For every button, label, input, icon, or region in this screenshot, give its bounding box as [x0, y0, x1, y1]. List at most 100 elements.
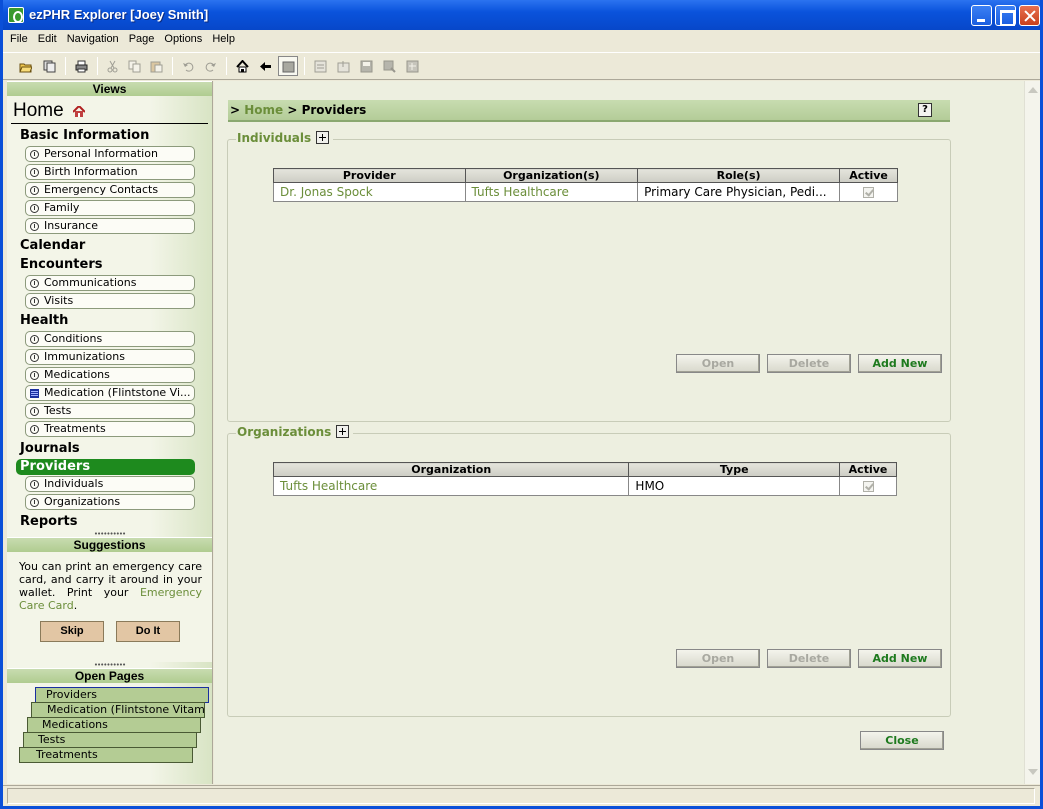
- info-icon: [30, 353, 39, 362]
- sidebar-item-conditions[interactable]: Conditions: [25, 331, 195, 347]
- scroll-down-icon[interactable]: [1028, 769, 1038, 775]
- column-header[interactable]: Organization(s): [464, 168, 639, 183]
- do-it-button[interactable]: Do It: [116, 621, 180, 642]
- help-icon[interactable]: ?: [918, 103, 932, 117]
- role-cell: Primary Care Physician, Pedi...: [637, 182, 841, 202]
- sidebar-home[interactable]: Home: [11, 98, 208, 124]
- menu-bar: File Edit Navigation Page Options Help: [3, 30, 1040, 50]
- menu-edit[interactable]: Edit: [33, 30, 62, 45]
- undo-icon[interactable]: [178, 56, 198, 76]
- home-icon: [73, 106, 85, 117]
- sidebar-item-treatments[interactable]: Treatments: [25, 421, 195, 437]
- individuals-open-button[interactable]: Open: [676, 354, 760, 373]
- column-header[interactable]: Active: [839, 168, 898, 183]
- sidebar-item-personal-information[interactable]: Personal Information: [25, 146, 195, 162]
- views-header: Views: [7, 81, 212, 96]
- individuals-add-new-button[interactable]: Add New: [858, 354, 942, 373]
- individuals-table: Provider Organization(s) Role(s) Active …: [273, 168, 898, 202]
- back-icon[interactable]: [255, 56, 275, 76]
- close-window-button[interactable]: [1019, 5, 1040, 26]
- organizations-open-button[interactable]: Open: [676, 649, 760, 668]
- sidebar-item-medication-flintstone[interactable]: Medication (Flintstone Vi...: [25, 385, 195, 401]
- copy-icon[interactable]: [124, 56, 144, 76]
- menu-options[interactable]: Options: [159, 30, 207, 45]
- expand-plus-icon[interactable]: [336, 425, 350, 438]
- close-button[interactable]: Close: [860, 731, 944, 750]
- cut-icon[interactable]: [102, 56, 122, 76]
- maximize-button[interactable]: [995, 5, 1016, 26]
- sidebar-item-immunizations[interactable]: Immunizations: [25, 349, 195, 365]
- table-row[interactable]: Tufts Healthcare HMO: [272, 476, 897, 496]
- scroll-up-icon[interactable]: [1028, 87, 1038, 93]
- active-checkbox: [863, 187, 875, 198]
- menu-file[interactable]: File: [3, 30, 33, 45]
- section-journals[interactable]: Journals: [7, 439, 212, 458]
- app-window: ezPHR Explorer [Joey Smith] File Edit Navi…: [0, 0, 1043, 809]
- column-header[interactable]: Role(s): [637, 168, 841, 183]
- organization-cell[interactable]: Tufts Healthcare: [464, 182, 639, 202]
- home-icon[interactable]: [232, 56, 252, 76]
- sidebar-item-organizations[interactable]: Organizations: [25, 494, 195, 510]
- main-content: > Home > Providers ? Individuals Provide…: [214, 81, 1024, 784]
- expand-plus-icon[interactable]: [316, 131, 330, 144]
- window-title: ezPHR Explorer [Joey Smith]: [29, 7, 209, 22]
- menu-help[interactable]: Help: [207, 30, 240, 45]
- page-icon[interactable]: [278, 56, 298, 76]
- section-calendar[interactable]: Calendar: [7, 236, 212, 255]
- sidebar-item-family[interactable]: Family: [25, 200, 195, 216]
- sidebar-item-birth-information[interactable]: Birth Information: [25, 164, 195, 180]
- suggestion-text: You can print an emergency care card, an…: [19, 560, 202, 612]
- save-icon[interactable]: [356, 56, 376, 76]
- send-icon[interactable]: [402, 56, 422, 76]
- redo-icon[interactable]: [200, 56, 220, 76]
- minimize-button[interactable]: [971, 5, 992, 26]
- organizations-group: Organizations Organization Type Active T…: [227, 425, 951, 717]
- organizations-delete-button[interactable]: Delete: [767, 649, 851, 668]
- open-page-tests[interactable]: Tests: [23, 732, 197, 748]
- import-icon[interactable]: [310, 56, 330, 76]
- export-icon[interactable]: [333, 56, 353, 76]
- open-page-medications[interactable]: Medications: [27, 717, 201, 733]
- breadcrumb-home-link[interactable]: Home: [244, 103, 283, 117]
- sidebar-item-medications[interactable]: Medications: [25, 367, 195, 383]
- organizations-table: Organization Type Active Tufts Healthcar…: [272, 462, 897, 496]
- vertical-scrollbar[interactable]: [1024, 81, 1040, 784]
- sidebar-item-insurance[interactable]: Insurance: [25, 218, 195, 234]
- column-header[interactable]: Type: [628, 462, 841, 477]
- section-providers[interactable]: Providers: [16, 459, 195, 475]
- column-header[interactable]: Active: [839, 462, 897, 477]
- section-health[interactable]: Health: [7, 311, 212, 330]
- suggestions-header: Suggestions: [7, 537, 212, 552]
- sidebar-item-tests[interactable]: Tests: [25, 403, 195, 419]
- menu-navigation[interactable]: Navigation: [62, 30, 124, 45]
- sidebar-item-communications[interactable]: Communications: [25, 275, 195, 291]
- active-checkbox: [862, 481, 874, 492]
- column-header[interactable]: Provider: [273, 168, 466, 183]
- sidebar-item-visits[interactable]: Visits: [25, 293, 195, 309]
- sidebar-item-individuals[interactable]: Individuals: [25, 476, 195, 492]
- open-page-providers[interactable]: Providers: [35, 687, 209, 703]
- organizations-add-new-button[interactable]: Add New: [858, 649, 942, 668]
- print-icon[interactable]: [71, 56, 91, 76]
- save-as-icon[interactable]: [379, 56, 399, 76]
- skip-button[interactable]: Skip: [40, 621, 104, 642]
- provider-cell[interactable]: Dr. Jonas Spock: [273, 182, 466, 202]
- section-basic-information[interactable]: Basic Information: [7, 126, 212, 145]
- sidebar-item-emergency-contacts[interactable]: Emergency Contacts: [25, 182, 195, 198]
- section-reports[interactable]: Reports: [7, 512, 212, 531]
- copy-pages-icon[interactable]: [39, 56, 59, 76]
- column-header[interactable]: Organization: [272, 462, 630, 477]
- section-encounters[interactable]: Encounters: [7, 255, 212, 274]
- open-page-medication-flintstone[interactable]: Medication (Flintstone Vitamins): [31, 702, 205, 718]
- table-row[interactable]: Dr. Jonas Spock Tufts Healthcare Primary…: [273, 182, 898, 202]
- info-icon: [30, 498, 39, 507]
- menu-page[interactable]: Page: [124, 30, 160, 45]
- individuals-delete-button[interactable]: Delete: [767, 354, 851, 373]
- type-cell: HMO: [628, 476, 841, 496]
- open-page-treatments[interactable]: Treatments: [19, 747, 193, 763]
- organization-cell[interactable]: Tufts Healthcare: [272, 476, 630, 496]
- paste-icon[interactable]: [146, 56, 166, 76]
- open-folder-icon[interactable]: [15, 56, 35, 76]
- table-header-row: Provider Organization(s) Role(s) Active: [273, 168, 898, 183]
- breadcrumb-current: Providers: [301, 103, 367, 117]
